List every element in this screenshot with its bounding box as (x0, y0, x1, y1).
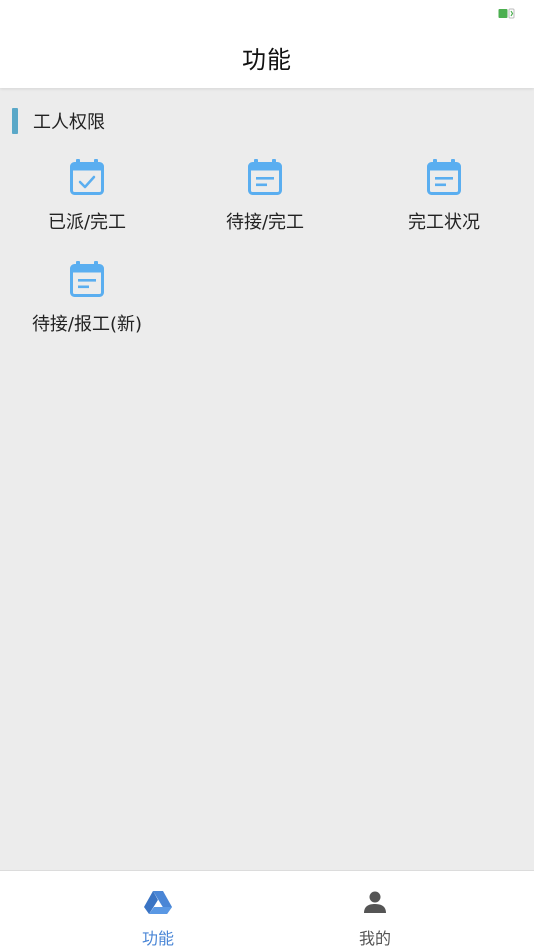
section-title: 工人权限 (33, 112, 105, 133)
function-item-pending-done[interactable]: 待接/完工 (190, 158, 340, 248)
person-icon (364, 891, 386, 913)
section-header: 工人权限 (12, 108, 105, 134)
function-label: 已派/完工 (47, 212, 127, 233)
tab-mine[interactable]: 我的 (305, 871, 445, 950)
calendar-note-icon (70, 261, 104, 297)
calendar-check-icon (70, 159, 104, 195)
drive-triangle-icon (144, 891, 172, 914)
function-item-dispatched-done[interactable]: 已派/完工 (12, 158, 162, 248)
calendar-note-icon (427, 159, 461, 195)
top-bar: 功能 (0, 0, 534, 88)
function-label: 完工状况 (408, 212, 480, 233)
tab-label: 功能 (141, 929, 174, 948)
battery-icon (498, 8, 515, 19)
function-item-pending-report-new[interactable]: 待接/报工(新) (12, 260, 162, 350)
calendar-note-icon (248, 159, 282, 195)
function-label: 待接/报工(新) (31, 314, 143, 335)
function-label: 待接/完工 (225, 212, 305, 233)
tab-label: 我的 (358, 929, 391, 948)
section-accent-bar (12, 108, 18, 134)
tab-functions[interactable]: 功能 (88, 871, 228, 950)
function-item-completion-status[interactable]: 完工状况 (369, 158, 519, 248)
page-title: 功能 (242, 46, 292, 74)
bottom-nav: 功能 我的 (0, 870, 534, 950)
